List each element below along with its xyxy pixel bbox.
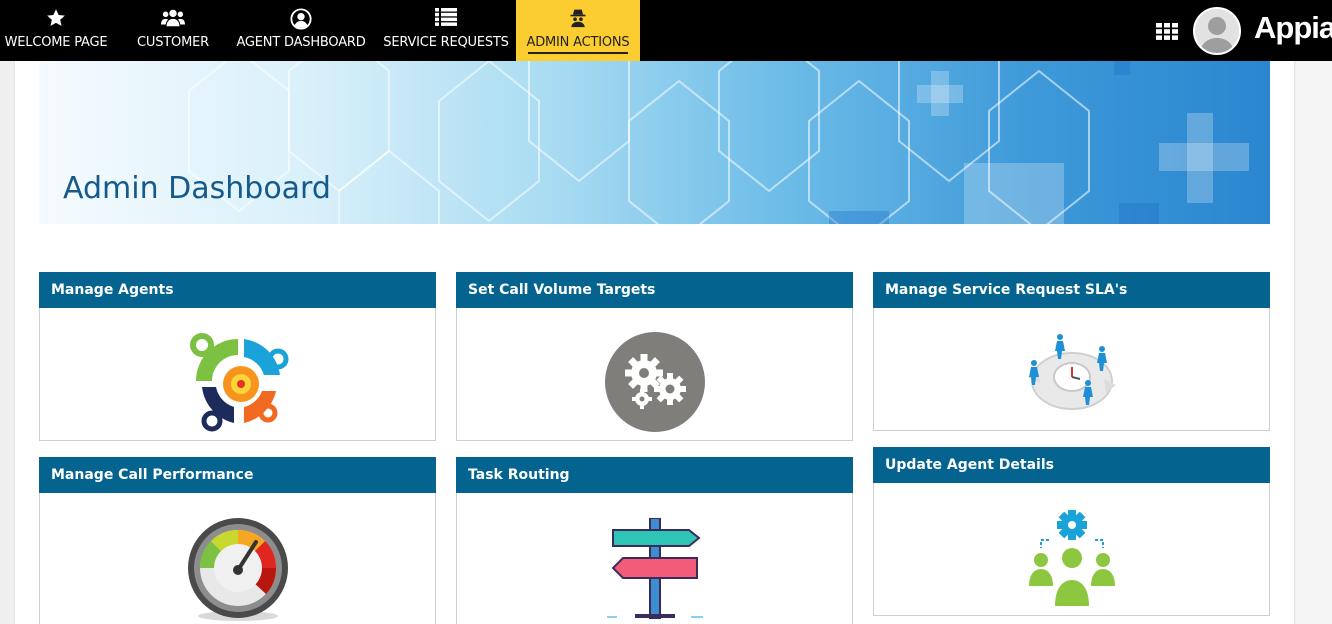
page-gutter [1296,61,1332,624]
nav-label: SERVICE REQUESTS [383,35,509,50]
card-manage-agents[interactable]: Manage Agents [39,272,436,441]
card-manage-service-request-slas[interactable]: Manage Service Request SLA's [873,272,1270,431]
card-set-call-volume-targets[interactable]: Set Call Volume Targets [456,272,853,441]
user-circle-icon [290,8,312,30]
team-gear-illustration [1028,510,1115,606]
signpost-illustration [606,518,703,619]
manage-agents-illustration [189,333,288,432]
grid-icon[interactable] [1156,23,1178,40]
card-title: Update Agent Details [873,447,1270,483]
page-title: Admin Dashboard [63,171,331,206]
card-title: Set Call Volume Targets [456,272,853,308]
nav-label: ADMIN ACTIONS [526,35,630,50]
gears-illustration [604,332,705,432]
card-task-routing[interactable]: Task Routing [456,457,853,624]
nav-item-admin-actions[interactable]: ADMIN ACTIONS [516,0,640,61]
active-indicator [528,52,628,54]
avatar[interactable] [1193,7,1241,55]
top-nav: WELCOME PAGE CUSTOMER AGENT DASHBOARD SE… [0,0,1332,61]
speedometer-illustration [187,518,288,621]
nav-item-customer[interactable]: CUSTOMER [126,0,220,61]
star-icon [47,9,65,26]
nav-item-agent-dashboard[interactable]: AGENT DASHBOARD [233,0,369,61]
list-icon [435,8,457,26]
card-update-agent-details[interactable]: Update Agent Details [873,447,1270,616]
brand-logo: Appian [1254,10,1332,45]
nav-label: WELCOME PAGE [4,35,108,50]
user-avatar-icon [1195,9,1239,53]
card-title: Manage Call Performance [39,457,436,493]
nav-item-service-requests[interactable]: SERVICE REQUESTS [382,0,510,61]
header-banner: Admin Dashboard [39,61,1270,224]
card-title: Manage Agents [39,272,436,308]
sla-clock-illustration [1027,334,1116,410]
card-title: Manage Service Request SLA's [873,272,1270,308]
users-icon [161,9,185,27]
card-manage-call-performance[interactable]: Manage Call Performance [39,457,436,624]
admin-spy-icon [570,9,586,28]
card-title: Task Routing [456,457,853,493]
nav-label: AGENT DASHBOARD [236,35,366,50]
nav-label: CUSTOMER [137,35,209,50]
nav-item-welcome-page[interactable]: WELCOME PAGE [0,0,112,61]
